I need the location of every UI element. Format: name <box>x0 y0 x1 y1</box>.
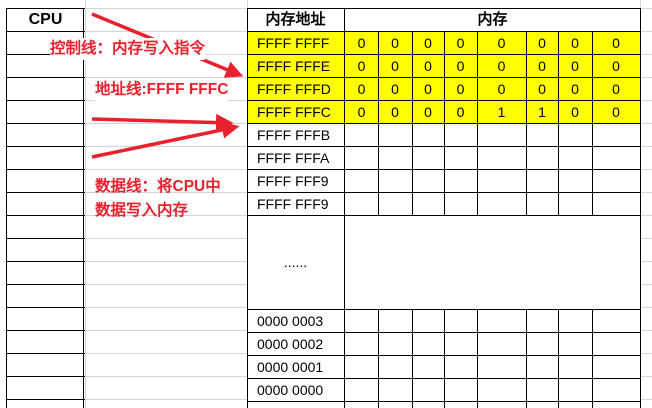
address-line-label: 地址线:FFFF FFFC <box>95 79 229 101</box>
data-line-label-2: 数据写入内存 <box>95 202 189 219</box>
control-line-label: 控制线：内存写入指令 <box>50 38 206 60</box>
address-line-arrow <box>91 113 234 132</box>
data-line-label-1: 数据线：将CPU中 <box>95 178 221 195</box>
data-line-arrow <box>91 121 240 159</box>
